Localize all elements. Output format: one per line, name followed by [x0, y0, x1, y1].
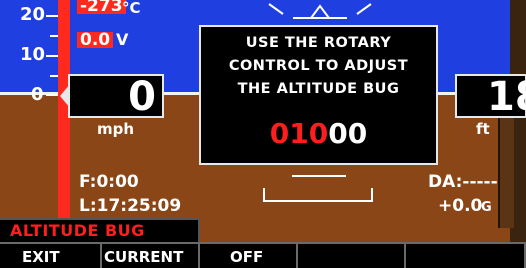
level-reference-bracket-left: [263, 188, 265, 202]
airspeed-box: 0: [68, 74, 164, 120]
density-altitude: DA:-----: [428, 172, 498, 192]
scale-tick-20: [46, 15, 58, 17]
g-load-value: +0.0: [438, 196, 483, 216]
level-reference-bracket-right: [371, 188, 373, 202]
softkey-current-label: CURRENT: [104, 248, 184, 266]
dialog-line-3: THE ALTITUDE BUG: [237, 81, 400, 97]
scale-minor-tick: [50, 35, 58, 37]
temperature-unit: °C: [122, 0, 141, 17]
softkey-current[interactable]: CURRENT: [100, 242, 198, 268]
softkey-off[interactable]: OFF: [198, 242, 296, 268]
local-time: L:17:25:09: [79, 196, 182, 216]
scale-tick-10: [46, 55, 58, 57]
altitude-value: 18: [487, 74, 526, 120]
softkey-exit-label: EXIT: [22, 248, 60, 266]
mode-title: ALTITUDE BUG: [10, 221, 145, 240]
scale-label-20: 20: [20, 4, 46, 25]
softkey-4[interactable]: [296, 242, 404, 268]
altitude-bug-dialog: USE THE ROTARY CONTROL TO ADJUST THE ALT…: [199, 25, 438, 165]
scale-label-10: 10: [20, 44, 46, 65]
mode-title-bar: ALTITUDE BUG: [0, 218, 200, 242]
softkey-5[interactable]: [404, 242, 526, 268]
temperature-readout: -273: [77, 0, 126, 15]
softkey-exit[interactable]: EXIT: [0, 242, 100, 268]
voltage-unit: V: [116, 30, 129, 49]
airspeed-value: 0: [128, 74, 156, 120]
scale-minor-tick: [50, 75, 58, 77]
g-load-unit: G: [481, 200, 492, 215]
altitude-unit: ft: [476, 120, 490, 138]
scale-tick-0: [46, 94, 58, 96]
dialog-line-1: USE THE ROTARY: [245, 35, 392, 51]
dialog-line-2: CONTROL TO ADJUST: [228, 58, 409, 74]
altitude-bug-value[interactable]: 01000: [201, 118, 436, 150]
efis-screen: 20 10 0 -273 °C 0.0 V 0 mph 18 ft F:0:00…: [0, 0, 526, 268]
altitude-trend-strip: [498, 118, 514, 228]
flight-timer: F:0:00: [79, 172, 139, 192]
level-reference-line: [292, 175, 346, 177]
softkey-bar: EXIT CURRENT OFF: [0, 242, 526, 268]
altitude-box: 18: [455, 74, 526, 120]
altitude-bug-value-digits: 00: [328, 117, 368, 150]
bank-angle-indicator: [268, 3, 372, 19]
airspeed-unit: mph: [97, 120, 135, 138]
voltage-readout: 0.0: [77, 32, 114, 49]
altitude-bug-value-active-digits: 010: [269, 117, 329, 150]
level-reference-bracket: [263, 200, 373, 202]
softkey-off-label: OFF: [230, 248, 264, 266]
scale-label-0: 0: [31, 84, 44, 105]
